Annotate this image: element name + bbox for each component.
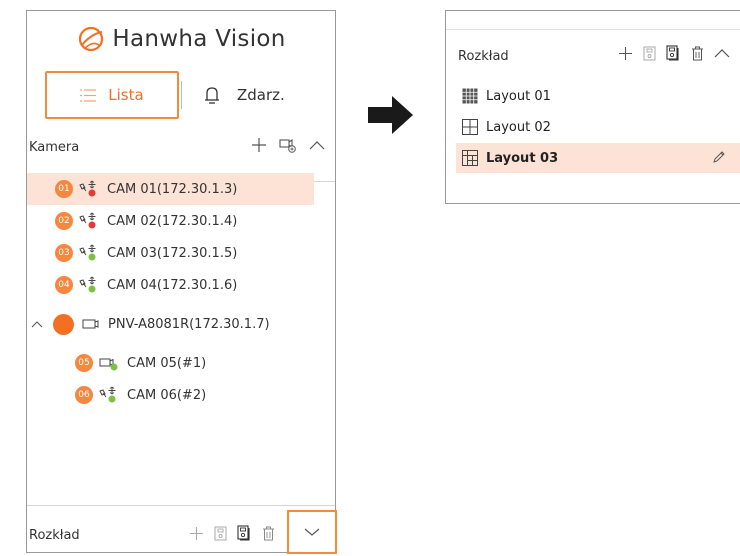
layout-actions [189,525,275,541]
chevron-up-icon[interactable] [309,139,325,151]
layout-item[interactable]: Layout 02 [456,112,740,142]
camera-item[interactable]: 06 CAM 06(#2) [27,379,314,411]
ptz-camera-icon [79,180,96,197]
pencil-icon[interactable] [712,150,726,164]
layout-item[interactable]: Layout 01 [456,81,740,111]
camera-number-badge: 02 [55,212,73,230]
layout-grid-icon [462,88,478,104]
ptz-camera-icon [79,244,96,261]
camera-label: CAM 01(172.30.1.3) [107,181,238,197]
camera-actions [251,137,325,153]
plus-icon[interactable] [189,526,204,541]
layout-actions [618,45,730,61]
camera-item[interactable]: 01 CAM 01(172.30.1.3) [27,173,314,205]
camera-number-badge: 03 [55,244,73,262]
tab-events[interactable]: Zdarz. [203,71,323,119]
layout-label: Layout 03 [486,150,559,166]
layout-label: Layout 02 [486,119,551,135]
camera-icon [99,358,118,371]
arrow-right-icon [368,96,413,134]
brand-header: Hanwha Vision [27,11,335,67]
camera-label: CAM 03(172.30.1.5) [107,245,238,261]
logo-icon [79,26,104,52]
bell-icon [205,87,219,104]
ptz-camera-icon [79,276,96,293]
camera-section-header: Kamera [27,133,335,161]
camera-label: CAM 02(172.30.1.4) [107,213,238,229]
save-as-icon[interactable] [666,45,681,61]
trash-icon[interactable] [262,526,275,541]
tab-list[interactable]: Lista [45,71,179,119]
layout-panel: Rozkład Layout 01 Layout 02 Layout 03 [445,10,740,204]
brand-name: Hanwha Vision [112,26,286,52]
chevron-up-icon[interactable] [714,47,730,59]
trash-icon[interactable] [691,46,704,61]
multi-sensor-camera-icon [82,319,99,329]
layout-label: Layout 01 [486,88,551,104]
layout-section-title: Rozkład [29,527,80,543]
list-icon [80,88,97,102]
expand-layout-button[interactable] [287,510,337,554]
layout-grid-icon [462,119,478,135]
plus-icon[interactable] [618,46,633,61]
layout-item[interactable]: Layout 03 [456,143,740,173]
camera-item[interactable]: 04 CAM 04(172.30.1.6) [27,269,314,301]
ptz-camera-icon [79,212,96,229]
section-separator [27,505,335,506]
camera-section-title: Kamera [29,139,80,155]
camera-item[interactable]: 05 CAM 05(#1) [27,347,314,379]
tab-events-label: Zdarz. [237,86,285,104]
camera-number-badge: 06 [75,386,93,404]
save-as-icon[interactable] [237,525,252,541]
tab-list-label: Lista [108,86,144,104]
save-icon[interactable] [643,46,656,61]
camera-group[interactable]: PNV-A8081R(172.30.1.7) [27,308,314,340]
camera-add-icon[interactable] [279,137,297,153]
chevron-down-icon [304,528,320,536]
panel-top-separator [446,29,740,30]
camera-label: CAM 04(172.30.1.6) [107,277,238,293]
save-icon[interactable] [214,526,227,541]
ptz-camera-icon [99,386,116,403]
camera-group-label: PNV-A8081R(172.30.1.7) [108,316,270,332]
device-panel: Hanwha Vision Lista Zdarz. Kamera 01 CAM… [26,10,337,554]
chevron-up-icon[interactable] [31,319,43,329]
layout-section-title: Rozkład [458,48,509,64]
camera-item[interactable]: 03 CAM 03(172.30.1.5) [27,237,314,269]
layout-grid-icon [462,150,478,166]
camera-number-badge: 05 [75,354,93,372]
group-status-badge [53,313,74,335]
view-tabs: Lista Zdarz. [27,71,335,182]
camera-number-badge: 01 [55,180,73,198]
camera-number-badge: 04 [55,276,73,294]
tab-divider [181,81,182,109]
camera-label: CAM 06(#2) [127,387,207,403]
camera-item[interactable]: 02 CAM 02(172.30.1.4) [27,205,314,237]
plus-icon[interactable] [251,137,267,153]
layout-section-header: Rozkład [458,39,738,73]
camera-label: CAM 05(#1) [127,355,207,371]
